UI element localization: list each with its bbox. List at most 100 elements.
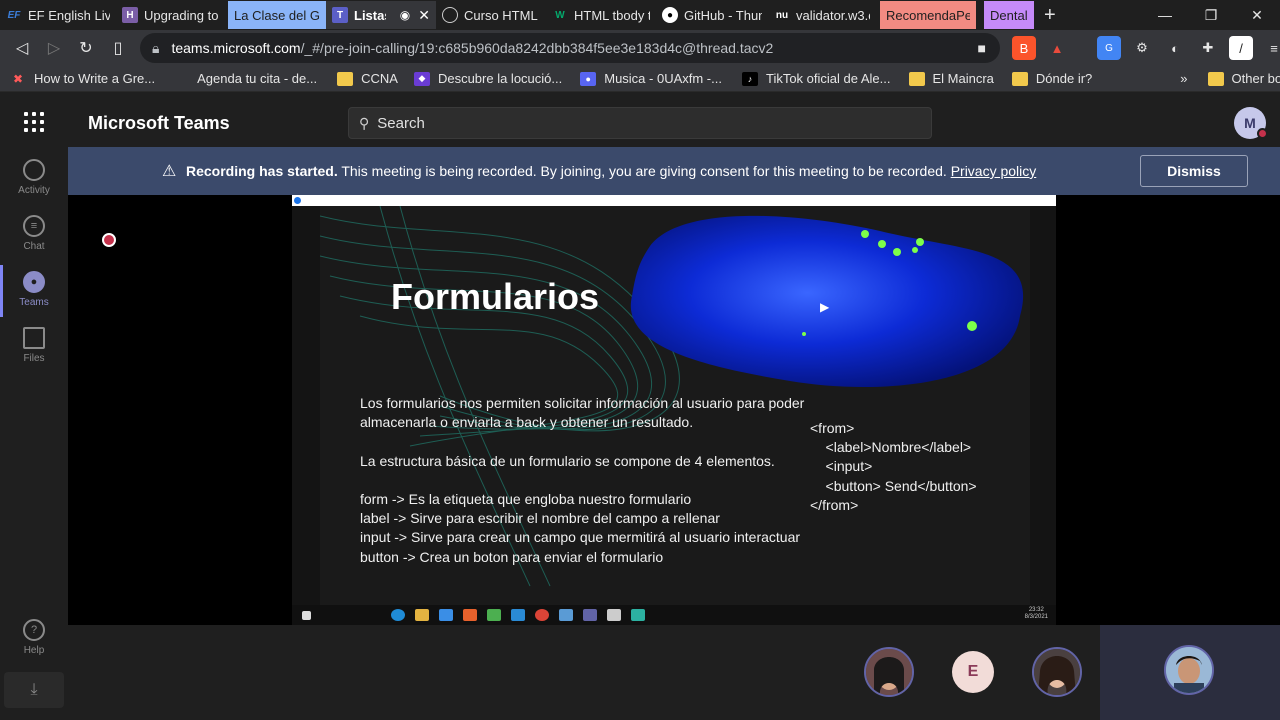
tab-la-clase-del-gera[interactable]: La Clase del Gera <box>228 1 326 29</box>
forward-icon[interactable]: ▷ <box>38 32 70 64</box>
person-photo-icon <box>866 649 912 695</box>
teams-taskbar-icon <box>583 609 597 621</box>
close-tab-icon[interactable]: ✕ <box>418 7 430 24</box>
participants-bar: E <box>68 625 1280 720</box>
hubspot-icon: H <box>122 7 138 23</box>
back-icon[interactable]: ◁ <box>6 32 38 64</box>
search-input[interactable]: ⚲ Search <box>348 107 932 139</box>
banner-title: Recording has started. <box>186 163 338 179</box>
avatar[interactable]: M <box>1234 107 1268 139</box>
restore-icon[interactable]: ❐ <box>1188 0 1234 30</box>
bookmark-item[interactable]: ♪ TikTok oficial de Ale... <box>741 71 891 86</box>
participant-avatar[interactable]: E <box>952 651 994 693</box>
bookmark-item[interactable]: Agenda tu cita - de... <box>173 71 317 86</box>
browser-toolbar: ◁ ▷ ↻ ▯ 🔒︎ teams.microsoft.com/_#/pre-jo… <box>0 30 1280 66</box>
other-bookmarks[interactable]: Other bookmarks <box>1207 71 1280 86</box>
meeting-stage: ▶ Formularios Los formularios nos permit… <box>68 195 1280 625</box>
mail-icon <box>439 609 453 621</box>
search-icon: ⚲ <box>359 114 370 131</box>
extension-icon[interactable]: ⚙ <box>1130 36 1154 60</box>
folder-icon <box>1207 71 1224 86</box>
bell-icon <box>23 159 45 181</box>
slide-title: Formularios <box>391 276 600 317</box>
explorer-icon <box>415 609 429 621</box>
app-icon <box>607 609 621 621</box>
tab-recomendapelis[interactable]: RecomendaPelis <box>880 1 976 29</box>
bookmark-folder[interactable]: El Maincra <box>908 71 994 86</box>
teams-header: Microsoft Teams ⚲ Search M <box>0 92 1280 147</box>
ef-icon: EF <box>7 9 21 21</box>
rail-item-teams[interactable]: ● Teams <box>0 265 68 317</box>
shared-screen: ▶ Formularios Los formularios nos permit… <box>292 195 1056 625</box>
nu-icon: nu <box>775 9 789 21</box>
address-bar[interactable]: 🔒︎ teams.microsoft.com/_#/pre-join-calli… <box>140 33 1000 63</box>
app-title: Microsoft Teams <box>88 113 230 133</box>
close-window-icon[interactable]: ✕ <box>1234 0 1280 30</box>
slide-body: Los formularios nos permiten solicitar i… <box>360 395 805 565</box>
bookmark-icon[interactable]: ▯ <box>102 32 134 64</box>
slide-code-sample: <from> <label>Nombre</label> <input> <bu… <box>810 420 977 513</box>
help-icon: ? <box>23 619 45 641</box>
tab-upgrading[interactable]: H Upgrading to <box>116 1 228 29</box>
github-icon: ● <box>662 7 678 23</box>
brave-rewards-icon[interactable]: ▲ <box>1045 36 1069 60</box>
puzzle-icon[interactable]: ✚ <box>1196 36 1220 60</box>
bookmark-folder[interactable]: CCNA <box>337 71 398 86</box>
rail-item-help[interactable]: ? Help <box>0 619 68 671</box>
status-busy-icon <box>1257 128 1268 139</box>
reload-icon[interactable]: ↻ <box>70 32 102 64</box>
tab-github[interactable]: ● GitHub - Thun <box>656 1 768 29</box>
tab-validator[interactable]: nu validator.w3.o <box>768 1 876 29</box>
chat-icon: ≡ <box>23 215 45 237</box>
shared-window-titlebar <box>292 195 1056 206</box>
lock-icon: 🔒︎ <box>152 39 160 56</box>
play-icon[interactable]: ▶ <box>820 300 829 314</box>
app-icon <box>631 609 645 621</box>
menu-icon[interactable]: ≡ <box>1262 36 1280 60</box>
profile-icon[interactable]: / <box>1229 36 1253 60</box>
discord-icon: ● <box>580 71 597 86</box>
self-view <box>1100 625 1280 720</box>
teams-icon: ● <box>23 271 45 293</box>
new-tab-button[interactable]: + <box>1044 4 1056 27</box>
brave-shield-icon[interactable]: B <box>1012 36 1036 60</box>
bookmark-item[interactable]: ✖ How to Write a Gre... <box>10 71 155 86</box>
app-launcher-icon[interactable] <box>24 112 44 132</box>
bookmark-folder[interactable]: Dónde ir? <box>1011 71 1092 86</box>
chrome-icon <box>535 609 549 621</box>
rail-item-chat[interactable]: ≡ Chat <box>0 215 68 267</box>
tab-listas[interactable]: T Listas ◉ ✕ <box>326 1 436 29</box>
bookmarks-overflow[interactable]: » <box>1180 71 1187 86</box>
chrome-taskbar-icon <box>487 609 501 621</box>
bookmark-item[interactable]: ● Musica - 0UAxfm -... <box>580 71 722 86</box>
dashlane-icon[interactable]: ◐ <box>1163 36 1187 60</box>
bookmark-item[interactable]: ◆ Descubre la locució... <box>413 71 562 86</box>
window-controls: — ❐ ✕ <box>1142 0 1280 30</box>
recording-indicator-icon <box>102 233 116 247</box>
folder-icon <box>337 71 354 86</box>
privacy-policy-link[interactable]: Privacy policy <box>951 163 1037 179</box>
rail-item-activity[interactable]: Activity <box>0 159 68 211</box>
minimize-icon[interactable]: — <box>1142 0 1188 30</box>
person-photo-icon <box>1034 649 1080 695</box>
self-avatar[interactable] <box>1164 645 1214 695</box>
rail-item-files[interactable]: Files <box>0 327 68 379</box>
bookmarks-bar: ✖ How to Write a Gre... Agenda tu cita - … <box>0 66 1280 92</box>
x-icon: ✖ <box>12 71 24 86</box>
edge-icon <box>391 609 405 621</box>
dismiss-button[interactable]: Dismiss <box>1140 155 1248 187</box>
chrome-icon <box>294 197 301 204</box>
translate-icon[interactable]: G <box>1097 36 1121 60</box>
camera-icon[interactable]: ■ <box>978 40 986 56</box>
participant-avatar[interactable] <box>864 647 914 697</box>
download-icon[interactable]: ⤓ <box>4 672 64 708</box>
tab-ef-english-live[interactable]: EF EF English Live <box>0 1 116 29</box>
warning-icon: ⚠ <box>162 163 177 180</box>
participant-avatar[interactable] <box>1032 647 1082 697</box>
folder-icon <box>1011 71 1028 86</box>
tab-dentalia[interactable]: Dentalia <box>984 1 1034 29</box>
folder-icon <box>908 71 925 86</box>
tab-curso-html[interactable]: Curso HTML <box>436 1 546 29</box>
tab-html-tbody[interactable]: W HTML tbody t <box>546 1 656 29</box>
w3-icon: W <box>555 9 565 21</box>
